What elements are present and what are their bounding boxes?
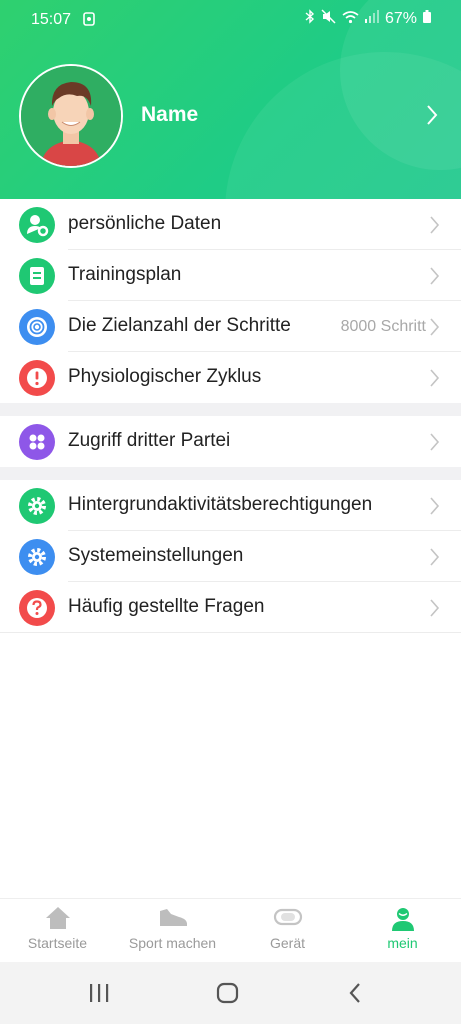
menu-item-third-party[interactable]: Zugriff dritter Partei: [0, 416, 461, 467]
menu-item-label: persönliche Daten: [68, 213, 222, 234]
menu-item-faq[interactable]: Häufig gestellte Fragen: [0, 582, 461, 633]
menu-item-background-permissions[interactable]: Hintergrundaktivitätsberechtigungen: [0, 480, 461, 531]
chevron-right-icon: [430, 548, 440, 571]
chevron-right-icon: [430, 599, 440, 622]
battery-icon: [423, 10, 431, 28]
profile-icon: [391, 908, 414, 931]
system-nav-bar: [0, 962, 461, 1024]
menu-item-label: Die Zielanzahl der Schritte: [68, 315, 291, 336]
sneaker-icon: [159, 909, 187, 926]
menu-item-system-settings[interactable]: Systemeinstellungen: [0, 531, 461, 582]
alert-icon: [19, 360, 55, 396]
chevron-right-icon: [430, 369, 440, 392]
chevron-right-icon: [430, 216, 440, 239]
target-icon: [19, 309, 55, 345]
menu-item-step-goal[interactable]: Die Zielanzahl der Schritte 8000 Schritt: [0, 301, 461, 352]
tab-label: Startseite: [27, 935, 88, 951]
battery-text: 67%: [384, 10, 417, 27]
gear-icon: [19, 488, 55, 524]
menu-item-personal-data[interactable]: persönliche Daten: [0, 199, 461, 250]
section-gap: [0, 403, 461, 416]
settings-icon: [19, 539, 55, 575]
back-icon[interactable]: [348, 982, 362, 1009]
tab-label: mein: [387, 935, 418, 951]
band-icon: [273, 908, 302, 926]
avatar[interactable]: [19, 64, 123, 168]
tab-device[interactable]: Gerät: [230, 899, 345, 963]
bottom-tab-bar: Startseite Sport machen Gerät mein: [0, 898, 461, 963]
profile-header[interactable]: 15:07 67% Name: [0, 0, 461, 199]
section-gap: [0, 467, 461, 480]
recent-apps-icon[interactable]: [88, 982, 110, 1009]
question-icon: [19, 590, 55, 626]
tab-label: Sport machen: [128, 935, 217, 951]
menu-item-label: Zugriff dritter Partei: [68, 430, 231, 451]
step-goal-value: 8000 Schritt: [340, 318, 426, 335]
menu-item-training-plan[interactable]: Trainingsplan: [0, 250, 461, 301]
notebook-icon: [19, 258, 55, 294]
chevron-right-icon: [430, 497, 440, 520]
bluetooth-icon: [305, 9, 315, 29]
avatar-illustration: [21, 66, 121, 166]
user-gear-icon: [19, 207, 55, 243]
tab-sport[interactable]: Sport machen: [115, 899, 230, 963]
status-time: 15:07: [31, 11, 72, 28]
chevron-right-icon: [430, 267, 440, 290]
chevron-right-icon: [430, 433, 440, 456]
wifi-icon: [342, 10, 359, 29]
menu-item-label: Physiologischer Zyklus: [68, 366, 262, 387]
menu-item-label: Trainingsplan: [68, 264, 182, 285]
settings-menu: persönliche Daten Trainingsplan Die Ziel…: [0, 199, 461, 633]
tab-mine[interactable]: mein: [345, 899, 460, 963]
chevron-right-icon: [430, 318, 440, 341]
status-bar: 15:07 67%: [0, 0, 461, 38]
menu-item-label: Häufig gestellte Fragen: [68, 596, 265, 617]
divider: [0, 632, 461, 633]
menu-item-cycle[interactable]: Physiologischer Zyklus: [0, 352, 461, 403]
home-button-icon[interactable]: [216, 982, 240, 1009]
tab-home[interactable]: Startseite: [0, 899, 115, 963]
chevron-right-icon[interactable]: [426, 104, 438, 131]
menu-item-label: Systemeinstellungen: [68, 545, 244, 566]
signal-icon: [364, 10, 379, 28]
mute-icon: [321, 9, 336, 29]
home-icon: [45, 907, 70, 929]
notification-icon: [83, 12, 95, 31]
menu-item-label: Hintergrundaktivitätsberechtigungen: [68, 494, 373, 515]
tab-label: Gerät: [269, 935, 305, 951]
profile-name[interactable]: Name: [141, 103, 198, 127]
apps-icon: [19, 424, 55, 460]
